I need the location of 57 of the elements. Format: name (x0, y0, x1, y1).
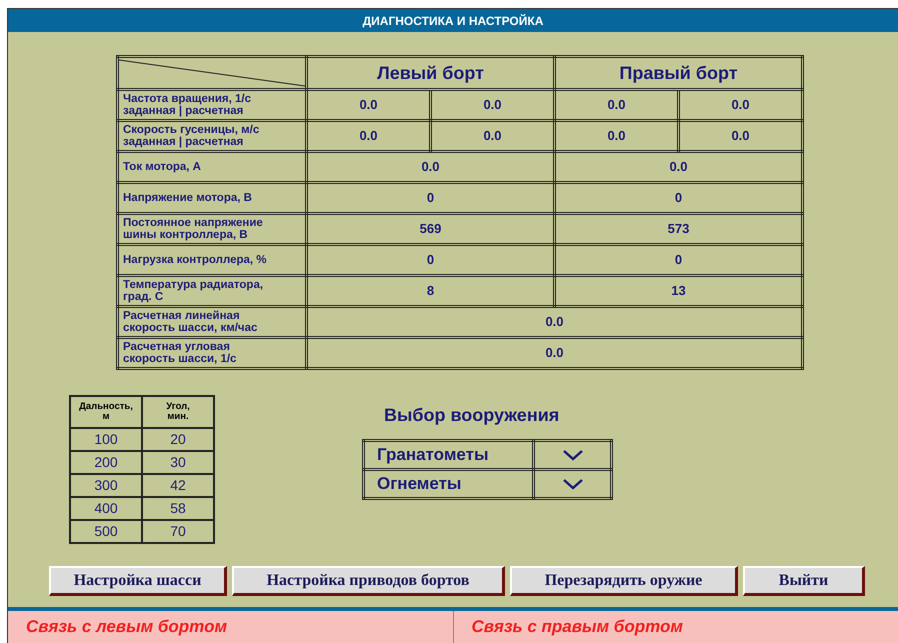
value-cell: 0.0 (306, 152, 554, 182)
table-cell: 500 (70, 520, 142, 543)
dropdown-button[interactable] (562, 477, 584, 491)
table-cell: 300 (70, 474, 142, 497)
table-cell: 58 (142, 497, 214, 520)
value-cell: 0.0 (306, 90, 430, 120)
status-text: Связь с правым бортом (472, 616, 683, 638)
action-button[interactable]: Настройка шасси (49, 566, 227, 596)
table-cell: 42 (142, 474, 214, 497)
value-cell: 0 (306, 244, 554, 276)
action-button[interactable]: Настройка приводов бортов (232, 566, 505, 596)
weapon-label: Огнеметы (364, 470, 534, 498)
chevron-down-icon (562, 477, 584, 491)
column-header: Левый борт (306, 56, 554, 90)
row-label: Напряжение мотора, В (118, 182, 306, 214)
value-cell: 0 (554, 182, 802, 214)
value-cell: 0.0 (678, 90, 802, 120)
dropdown-button[interactable] (562, 448, 584, 462)
value-cell: 0 (306, 182, 554, 214)
value-cell: 0.0 (306, 338, 802, 368)
column-header: Дальность, м (79, 401, 133, 422)
value-cell: 569 (306, 214, 554, 244)
column-header: Угол, мин. (166, 401, 190, 422)
row-label: Постоянное напряжение шины контроллера, В (118, 214, 306, 244)
value-cell: 0.0 (306, 120, 430, 152)
value-cell: 0.0 (554, 120, 678, 152)
table-cell: 30 (142, 451, 214, 474)
action-button[interactable]: Перезарядить оружие (510, 566, 738, 596)
table-cell: 400 (70, 497, 142, 520)
column-header: Правый борт (554, 56, 802, 90)
value-cell: 0.0 (554, 152, 802, 182)
row-label: Расчетная линейная скорость шасси, км/час (118, 306, 306, 338)
value-cell: 0.0 (554, 90, 678, 120)
value-cell: 0.0 (678, 120, 802, 152)
title-bar: ДИАГНОСТИКА И НАСТРОЙКА (8, 9, 898, 32)
value-cell: 0.0 (430, 90, 554, 120)
row-label: Ток мотора, А (118, 152, 306, 182)
row-label: Частота вращения, 1/с заданная | расчетная (118, 90, 306, 120)
row-label: Скорость гусеницы, м/с заданная | расчетная (118, 120, 306, 152)
weapon-label: Гранатометы (364, 440, 534, 470)
value-cell: 0.0 (430, 120, 554, 152)
action-button[interactable]: Выйти (743, 566, 865, 596)
table-cell: 100 (70, 428, 142, 451)
table-cell: 70 (142, 520, 214, 543)
section-title: Выбор вооружения (384, 404, 560, 427)
row-label: Расчетная угловая скорость шасси, 1/с (118, 338, 306, 368)
chevron-down-icon (562, 448, 584, 462)
value-cell: 573 (554, 214, 802, 244)
value-cell: 13 (554, 276, 802, 306)
row-label: Нагрузка контроллера, % (118, 244, 306, 276)
value-cell: 0 (554, 244, 802, 276)
row-label: Температура радиатора, град. С (118, 276, 306, 306)
table-cell: 20 (142, 428, 214, 451)
value-cell: 0.0 (306, 306, 802, 338)
table-cell: 200 (70, 451, 142, 474)
status-text: Связь с левым бортом (26, 616, 228, 638)
value-cell: 8 (306, 276, 554, 306)
